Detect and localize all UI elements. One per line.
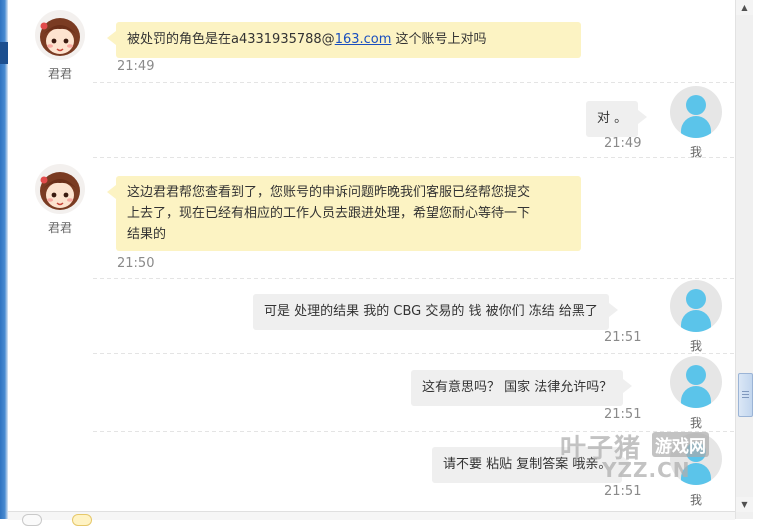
scroll-down-button[interactable]: ▼ xyxy=(736,497,753,512)
message-time: 21:51 xyxy=(604,407,642,422)
my-name: 我 xyxy=(689,493,702,507)
scrollbar-thumb[interactable] xyxy=(738,373,753,417)
my-avatar[interactable] xyxy=(670,280,722,332)
message-divider xyxy=(93,431,735,432)
agent-avatar[interactable] xyxy=(35,164,85,214)
email-link[interactable]: 163.com xyxy=(335,32,392,47)
message-divider xyxy=(93,353,735,354)
agent-message-2: 这边君君帮您查看到了，您账号的申诉问题昨晚我们客服已经帮您提交 上去了，现在已经… xyxy=(107,176,581,251)
message-time: 21:51 xyxy=(604,484,642,499)
my-name: 我 xyxy=(689,145,702,159)
message-time: 21:50 xyxy=(117,256,155,271)
my-message-1: 对 。 xyxy=(586,101,648,137)
message-line: 结果的 xyxy=(127,227,167,242)
agent-avatar[interactable] xyxy=(35,10,85,60)
message-time: 21:51 xyxy=(604,330,642,345)
emoji-icon[interactable] xyxy=(22,514,42,526)
message-time: 21:49 xyxy=(604,136,642,151)
my-message-4: 请不要 粘贴 复制答案 哦亲。 xyxy=(432,447,632,483)
my-name: 我 xyxy=(689,339,702,353)
message-text: 被处罚的角色是在a4331935788@ xyxy=(127,32,335,47)
window-left-border xyxy=(0,0,8,519)
my-avatar[interactable] xyxy=(670,433,722,485)
my-avatar[interactable] xyxy=(670,356,722,408)
chat-history[interactable]: 君君 被处罚的角色是在a4331935788@163.com 这个账号上对吗 2… xyxy=(8,0,735,519)
my-name: 我 xyxy=(689,416,702,430)
my-avatar[interactable] xyxy=(670,86,722,138)
vertical-scrollbar[interactable]: ▲ ▼ xyxy=(735,0,753,519)
window-left-border-accent xyxy=(0,42,8,64)
agent-name: 君君 xyxy=(47,221,72,235)
scroll-up-button[interactable]: ▲ xyxy=(736,0,753,15)
message-divider xyxy=(93,157,735,158)
my-message-2: 可是 处理的结果 我的 CBG 交易的 钱 被你们 冻结 给黑了 xyxy=(253,294,618,330)
message-divider xyxy=(93,82,735,83)
window-right-border xyxy=(753,0,761,519)
toolbar-icon[interactable] xyxy=(72,514,92,526)
message-line: 上去了，现在已经有相应的工作人员去跟进处理，希望您耐心等待一下 xyxy=(127,206,531,221)
my-message-3: 这有意思吗？ 国家 法律允许吗？ xyxy=(411,370,633,406)
message-divider xyxy=(93,278,735,279)
message-text: 这个账号上对吗 xyxy=(391,32,487,47)
agent-name: 君君 xyxy=(47,67,72,81)
message-time: 21:49 xyxy=(117,59,155,74)
agent-message-1: 被处罚的角色是在a4331935788@163.com 这个账号上对吗 xyxy=(107,22,581,58)
message-line: 这边君君帮您查看到了，您账号的申诉问题昨晚我们客服已经帮您提交 xyxy=(127,185,531,200)
